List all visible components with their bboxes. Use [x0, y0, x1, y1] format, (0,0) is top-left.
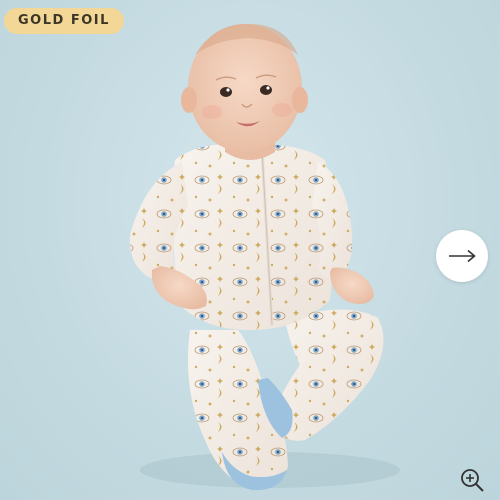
- gold-foil-badge: GOLD FOIL: [4, 8, 124, 34]
- arrow-right-icon: [449, 249, 476, 263]
- next-image-button[interactable]: [436, 230, 488, 282]
- product-photo: [129, 23, 400, 491]
- product-image-viewer: GOLD FOIL: [0, 0, 500, 500]
- zoom-button[interactable]: [458, 466, 486, 494]
- zoom-in-icon: [461, 469, 484, 492]
